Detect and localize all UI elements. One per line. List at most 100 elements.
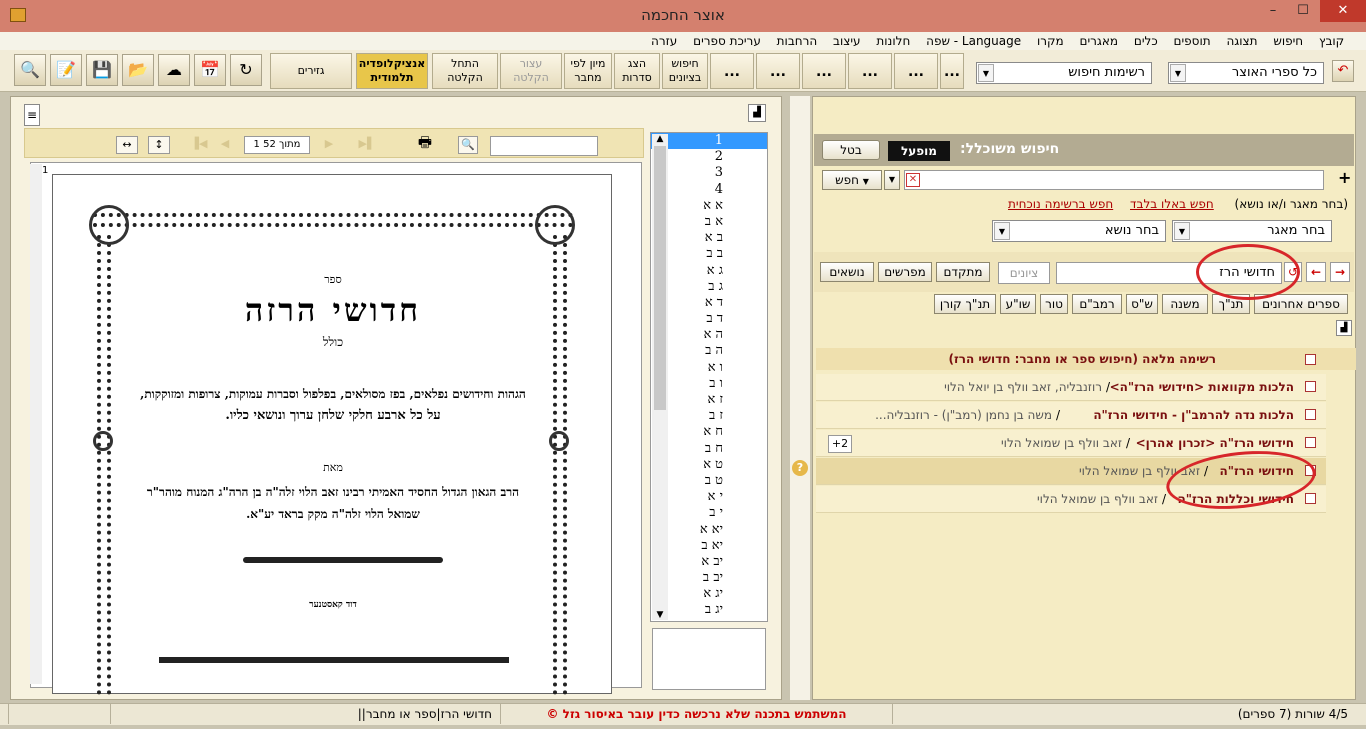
add-icon[interactable]: + xyxy=(1338,168,1351,187)
magnifier-icon[interactable]: 🔍 xyxy=(14,54,46,86)
menu-language[interactable]: Language - שפה xyxy=(920,32,1027,50)
menu-macro[interactable]: מקרו xyxy=(1031,32,1070,50)
result-checkbox[interactable] xyxy=(1305,437,1316,448)
page-list-item[interactable]: ט א xyxy=(651,457,767,473)
page-list-item[interactable]: ט ב xyxy=(651,473,767,489)
maximize-button[interactable]: ☐ xyxy=(1290,0,1316,22)
page-list-item[interactable]: ח ב xyxy=(651,441,767,457)
last-page-icon[interactable]: ▶▌ xyxy=(356,136,378,154)
splitter[interactable] xyxy=(790,96,810,700)
page-indicator[interactable]: 1 מתוך 52 xyxy=(244,136,310,154)
result-checkbox[interactable] xyxy=(1305,381,1316,392)
result-checkbox[interactable] xyxy=(1305,409,1316,420)
calendar-icon[interactable]: 📅 xyxy=(194,54,226,86)
menu-help[interactable]: עזרה xyxy=(645,32,683,50)
result-title[interactable]: הלכות מקוואות <חידושי הרז"ה> xyxy=(1110,380,1294,394)
zoom-icon[interactable]: 🔍 xyxy=(458,136,478,154)
menu-search[interactable]: חיפוש xyxy=(1267,32,1309,50)
help-icon[interactable]: ? xyxy=(792,460,808,476)
menu-windows[interactable]: חלונות xyxy=(870,32,916,50)
page-list-item[interactable]: י ב xyxy=(651,505,767,521)
all-books-combo[interactable]: ▼ כל ספרי האוצר xyxy=(1168,62,1324,84)
minimize-button[interactable]: – xyxy=(1260,0,1286,22)
result-checkbox[interactable] xyxy=(1305,493,1316,504)
page-list-item[interactable]: ה א xyxy=(651,327,767,343)
search-criteria-input[interactable] xyxy=(904,170,1324,190)
tool-slot-5[interactable]: ... xyxy=(894,53,938,89)
menu-edit-books[interactable]: עריכת ספרים xyxy=(687,32,767,50)
cloud-icon[interactable]: ☁ xyxy=(158,54,190,86)
page-list-item[interactable]: ו ב xyxy=(651,376,767,392)
arrow-right-icon[interactable]: → xyxy=(1330,262,1350,282)
result-title[interactable]: הלכות נדה להרמב"ן - חידושי הרז"ה xyxy=(1070,408,1294,422)
tool-slot-4[interactable]: ... xyxy=(848,53,892,89)
citations-input[interactable]: ציונים xyxy=(998,262,1050,284)
choose-repo-combo[interactable]: ▼ בחר מאגר xyxy=(1172,220,1332,242)
menu-design[interactable]: עיצוב xyxy=(827,32,867,50)
folder-icon[interactable]: 📂 xyxy=(122,54,154,86)
page-list-item[interactable]: ז א xyxy=(651,392,767,408)
encyclopedia-button[interactable]: אנציקלופדיה תלמודית xyxy=(356,53,428,89)
search-dropdown[interactable]: ▼ xyxy=(884,170,900,190)
next-page-icon[interactable]: ▶ xyxy=(318,136,340,154)
menu-lines-icon[interactable]: ≡ xyxy=(24,104,40,126)
tool-slot-1[interactable]: ... xyxy=(710,53,754,89)
refresh-icon[interactable]: ↻ xyxy=(230,54,262,86)
result-title[interactable]: חידושי הרז"ה <זכרון אהרן> xyxy=(1136,436,1294,450)
show-series-button[interactable]: הצג סדרות xyxy=(614,53,660,89)
pin-icon[interactable]: ▟ xyxy=(748,104,766,122)
commentators-button[interactable]: מפרשים xyxy=(878,262,932,282)
advanced-button[interactable]: מתקדם xyxy=(936,262,990,282)
start-recording-button[interactable]: התחל הקלטה xyxy=(432,53,498,89)
save-icon[interactable]: 💾 xyxy=(86,54,118,86)
search-lists-combo[interactable]: ▼ רשימות חיפוש xyxy=(976,62,1152,84)
search-citations-button[interactable]: חיפוש בציונים xyxy=(662,53,708,89)
menu-tools[interactable]: כלים xyxy=(1128,32,1164,50)
page-list-item[interactable]: ב ב xyxy=(651,246,767,262)
menu-file[interactable]: קובץ xyxy=(1313,32,1350,50)
select-all-checkbox[interactable] xyxy=(1305,354,1316,365)
choose-topic-combo[interactable]: ▼ בחר נושא xyxy=(992,220,1166,242)
page-list-item[interactable]: ז ב xyxy=(651,408,767,424)
notes-icon[interactable]: 📝 xyxy=(50,54,82,86)
page-list-item[interactable]: 3 xyxy=(651,165,767,181)
viewer-search-input[interactable] xyxy=(490,136,598,156)
search-button[interactable]: חפש ▼ xyxy=(822,170,882,190)
doc-scrollbar[interactable] xyxy=(30,164,42,684)
menu-addons[interactable]: תוספים xyxy=(1168,32,1217,50)
page-list-item[interactable]: יג א xyxy=(651,586,767,602)
category-rambam[interactable]: רמב"ם xyxy=(1072,294,1122,314)
pin-icon[interactable]: ▟ xyxy=(1336,320,1352,336)
first-page-icon[interactable]: ▐◀ xyxy=(188,136,210,154)
category-tanakh-koren[interactable]: תנ"ך קורן xyxy=(934,294,996,314)
topics-button[interactable]: נושאים xyxy=(820,262,874,282)
undo-icon[interactable]: ↶ xyxy=(1332,60,1354,82)
tool-slot-3[interactable]: ... xyxy=(802,53,846,89)
page-list-item[interactable]: יא ב xyxy=(651,538,767,554)
tool-slot-6[interactable]: ... xyxy=(940,53,964,89)
page-list-item[interactable]: ג ב xyxy=(651,279,767,295)
prev-page-icon[interactable]: ◀ xyxy=(214,136,236,154)
page-list-item[interactable]: יג ב xyxy=(651,602,767,618)
page-list-item[interactable]: ד א xyxy=(651,295,767,311)
clear-icon[interactable]: ✕ xyxy=(906,173,920,187)
category-shulchan-aruch[interactable]: שו"ע xyxy=(1000,294,1036,314)
page-list-item[interactable]: 2 xyxy=(651,149,767,165)
page-list-item[interactable]: י א xyxy=(651,489,767,505)
category-mishna[interactable]: משנה xyxy=(1162,294,1208,314)
cancel-button[interactable]: בטל xyxy=(822,140,880,160)
category-shas[interactable]: ש"ס xyxy=(1126,294,1158,314)
page-list-item[interactable]: ד ב xyxy=(651,311,767,327)
menu-extensions[interactable]: הרחבות xyxy=(771,32,824,50)
search-only-these-link[interactable]: חפש באלו בלבד xyxy=(1130,197,1214,211)
category-tur[interactable]: טור xyxy=(1040,294,1068,314)
page-list-item[interactable]: 1 xyxy=(651,133,767,150)
page-list-item[interactable]: יב א xyxy=(651,554,767,570)
page-list-item[interactable]: א א xyxy=(651,198,767,214)
page-list-item[interactable]: יא א xyxy=(651,522,767,538)
gzirim-button[interactable]: גזירים xyxy=(270,53,352,89)
arrow-left-icon[interactable]: ← xyxy=(1306,262,1326,282)
menu-repos[interactable]: מאגרים xyxy=(1074,32,1125,50)
page-list-item[interactable]: א ב xyxy=(651,214,767,230)
more-editions-badge[interactable]: +2 xyxy=(828,435,852,453)
